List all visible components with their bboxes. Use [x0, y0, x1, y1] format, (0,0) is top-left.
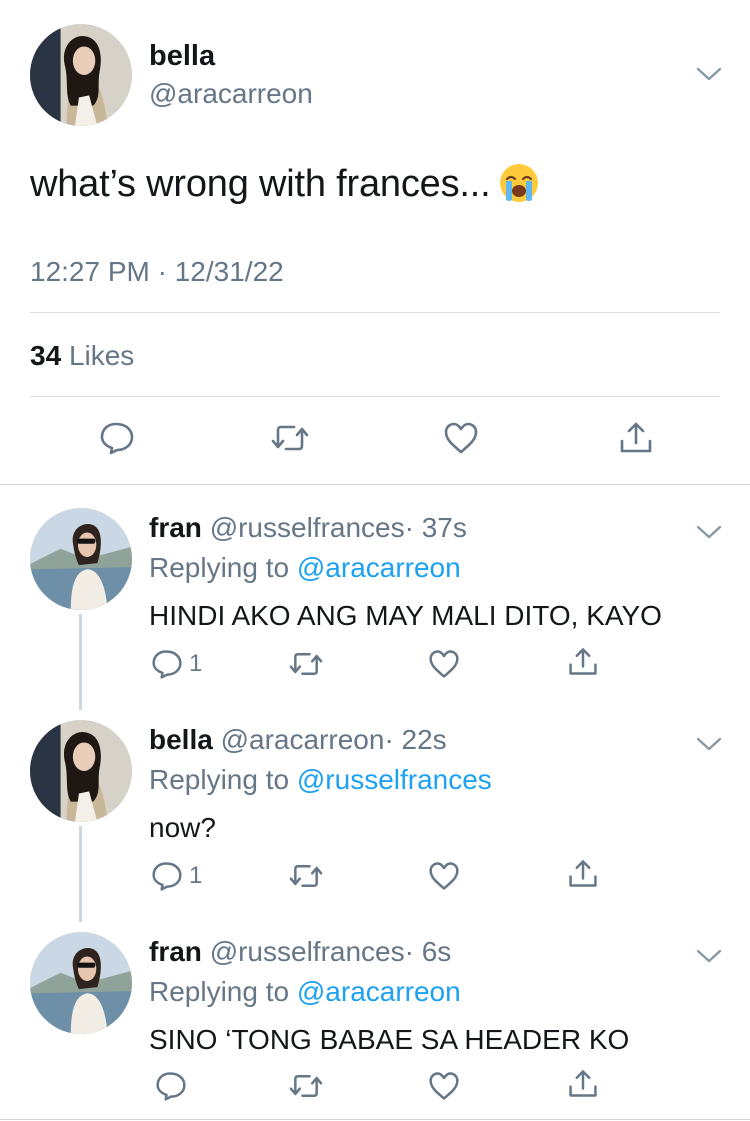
- reply-icon: [152, 650, 182, 679]
- retweet-icon[interactable]: [270, 420, 310, 456]
- crying-face-emoji-icon: [498, 162, 540, 204]
- reply-tweet[interactable]: fran @russelfrances· 6s Replying to @ara…: [0, 932, 750, 1118]
- replying-to: Replying to @aracarreon: [149, 976, 461, 1008]
- replying-to-label: Replying to: [149, 552, 290, 583]
- reply-count: 1: [189, 650, 203, 677]
- share-icon[interactable]: [567, 1068, 599, 1100]
- likes-label: Likes: [68, 340, 135, 371]
- retweet-icon[interactable]: [288, 648, 324, 680]
- reply-header: fran @russelfrances· 6s: [149, 936, 451, 968]
- reply-icon[interactable]: [99, 420, 135, 456]
- like-icon[interactable]: [428, 1070, 460, 1102]
- divider: [30, 312, 720, 313]
- reply-text: SINO ‘TONG BABAE SA HEADER KO: [149, 1024, 630, 1055]
- reply-text: now?: [149, 812, 216, 843]
- reply-header: bella @aracarreon· 22s: [149, 724, 447, 756]
- reply-time: · 37s: [404, 512, 467, 543]
- replying-to-label: Replying to: [149, 976, 290, 1007]
- share-icon[interactable]: [567, 646, 599, 678]
- avatar-bella[interactable]: [30, 720, 132, 822]
- section-divider: [0, 484, 750, 485]
- avatar-fran-image: [30, 932, 132, 1034]
- share-icon[interactable]: [567, 858, 599, 890]
- reply-tweet[interactable]: fran @russelfrances· 37s Replying to @ar…: [0, 508, 750, 708]
- avatar-bella-image: [30, 24, 132, 126]
- reply-text: HINDI AKO ANG MAY MALI DITO, KAYO: [149, 600, 662, 631]
- replying-to-mention[interactable]: @aracarreon: [297, 976, 461, 1007]
- reply-author-name[interactable]: fran: [149, 936, 202, 967]
- avatar-bella-image: [30, 720, 132, 822]
- reply-time: · 6s: [404, 936, 452, 967]
- tweet-text-body: what’s wrong with frances...: [30, 163, 491, 205]
- reply-author-handle[interactable]: @russelfrances: [210, 936, 405, 967]
- replying-to: Replying to @aracarreon: [149, 552, 461, 584]
- like-icon[interactable]: [428, 860, 460, 892]
- reply-button[interactable]: 1: [151, 860, 202, 892]
- avatar-fran[interactable]: [30, 932, 132, 1034]
- main-tweet: bella @aracarreon what’s wrong with fran…: [0, 0, 750, 484]
- retweet-icon[interactable]: [288, 860, 324, 892]
- replying-to-label: Replying to: [149, 764, 290, 795]
- chevron-down-icon[interactable]: [696, 948, 722, 964]
- reply-icon: [156, 1072, 186, 1101]
- reply-tweet[interactable]: bella @aracarreon· 22s Replying to @russ…: [0, 720, 750, 920]
- chevron-down-icon[interactable]: [696, 736, 722, 752]
- avatar-bella[interactable]: [30, 24, 132, 126]
- reply-count: 1: [189, 862, 203, 889]
- reply-time: · 22s: [384, 724, 447, 755]
- reply-author-handle[interactable]: @russelfrances: [210, 512, 405, 543]
- divider: [30, 396, 720, 397]
- replying-to-mention[interactable]: @aracarreon: [297, 552, 461, 583]
- retweet-icon[interactable]: [288, 1070, 324, 1102]
- chevron-down-icon[interactable]: [696, 524, 722, 540]
- reply-author-name[interactable]: fran: [149, 512, 202, 543]
- avatar-fran-image: [30, 508, 132, 610]
- tweet-text: what’s wrong with frances...: [30, 162, 540, 206]
- likes-count: 34: [30, 340, 62, 371]
- like-icon[interactable]: [443, 420, 479, 456]
- replying-to: Replying to @russelfrances: [149, 764, 492, 796]
- author-handle[interactable]: @aracarreon: [149, 78, 313, 110]
- avatar-fran[interactable]: [30, 508, 132, 610]
- bottom-divider: [0, 1119, 750, 1120]
- likes-summary[interactable]: 34 Likes: [30, 340, 134, 372]
- tweet-timestamp[interactable]: 12:27 PM · 12/31/22: [30, 256, 284, 288]
- author-name[interactable]: bella: [149, 40, 215, 73]
- replying-to-mention[interactable]: @russelfrances: [297, 764, 492, 795]
- reply-author-name[interactable]: bella: [149, 724, 213, 755]
- reply-icon: [152, 862, 182, 891]
- reply-header: fran @russelfrances· 37s: [149, 512, 467, 544]
- share-icon[interactable]: [618, 420, 654, 456]
- chevron-down-icon[interactable]: [696, 66, 722, 82]
- reply-author-handle[interactable]: @aracarreon: [221, 724, 385, 755]
- reply-button[interactable]: [155, 1070, 187, 1102]
- reply-button[interactable]: 1: [151, 648, 202, 680]
- like-icon[interactable]: [428, 648, 460, 680]
